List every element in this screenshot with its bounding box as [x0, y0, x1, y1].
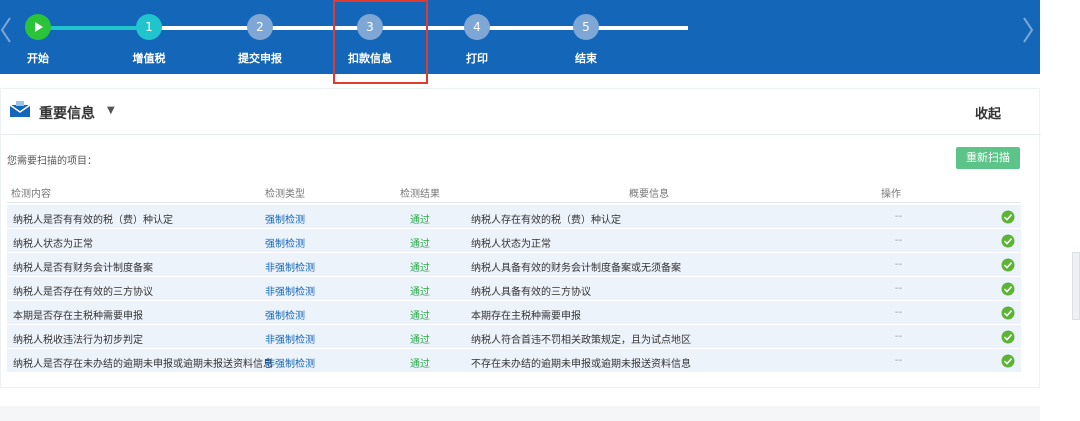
cell-type: 强制检测: [265, 311, 305, 322]
cell-summary: 本期存在主税种需要申报: [471, 311, 581, 322]
progress-stepper: 1 2 3 4 5 开始 增值税 提交申报 扣款信息 打印 结束: [0, 0, 1040, 74]
cell-summary: 纳税人符合首违不罚相关政策规定，且为试点地区: [471, 335, 691, 346]
cell-result: 通过: [410, 263, 430, 274]
panel-title[interactable]: 重要信息: [39, 103, 95, 123]
footer-divider: [0, 406, 1040, 421]
check-circle-icon: [1001, 210, 1015, 224]
highlight-box: [333, 0, 428, 84]
cell-content: 纳税人是否存在有效的三方协议: [13, 287, 153, 298]
cell-operation: --: [895, 355, 903, 366]
check-circle-icon: [1001, 354, 1015, 368]
cell-result: 通过: [410, 215, 430, 226]
cell-content: 纳税人税收违法行为初步判定: [13, 335, 143, 346]
play-icon: [35, 22, 43, 32]
rescan-button[interactable]: 重新扫描: [956, 147, 1020, 169]
cell-summary: 纳税人状态为正常: [471, 239, 551, 250]
cell-operation: --: [895, 235, 903, 246]
side-tab[interactable]: [1072, 252, 1080, 320]
header-type: 检测类型: [265, 189, 305, 200]
panel-header: 重要信息 ▼ 收起: [1, 89, 1041, 135]
check-circle-icon: [1001, 234, 1015, 248]
scan-items-label: 您需要扫描的项目：: [7, 156, 97, 167]
cell-type: 非强制检测: [265, 359, 315, 370]
cell-summary: 纳税人存在有效的税（费）种认定: [471, 215, 621, 226]
cell-result: 通过: [410, 359, 430, 370]
step-start-marker[interactable]: [25, 14, 51, 40]
table-row: 本期是否存在主税种需要申报 强制检测 通过 本期存在主税种需要申报 --: [7, 301, 1021, 325]
cell-result: 通过: [410, 335, 430, 346]
header-content: 检测内容: [11, 189, 51, 200]
cell-operation: --: [895, 259, 903, 270]
caret-down-icon[interactable]: ▼: [107, 105, 115, 116]
check-circle-icon: [1001, 306, 1015, 320]
cell-operation: --: [895, 283, 903, 294]
cell-content: 纳税人是否有有效的税（费）种认定: [13, 215, 173, 226]
check-circle-icon: [1001, 258, 1015, 272]
check-circle-icon: [1001, 282, 1015, 296]
step-2-label[interactable]: 提交申报: [238, 50, 282, 66]
table-row: 纳税人税收违法行为初步判定 非强制检测 通过 纳税人符合首违不罚相关政策规定，且…: [7, 325, 1021, 349]
cell-content: 纳税人状态为正常: [13, 239, 93, 250]
step-1-label[interactable]: 增值税: [133, 50, 166, 66]
step-4-marker[interactable]: 4: [464, 14, 490, 40]
cell-type: 非强制检测: [265, 287, 315, 298]
chevron-left-icon[interactable]: [0, 16, 12, 44]
cell-content: 纳税人是否存在未办结的逾期未申报或逾期未报送资料信息: [13, 359, 273, 370]
step-5-label[interactable]: 结束: [575, 50, 597, 66]
cell-operation: --: [895, 211, 903, 222]
cell-result: 通过: [410, 239, 430, 250]
table-row: 纳税人是否存在未办结的逾期未申报或逾期未报送资料信息 非强制检测 通过 不存在未…: [7, 349, 1021, 373]
step-4-label[interactable]: 打印: [466, 50, 488, 66]
table-header: 检测内容 检测类型 检测结果 概要信息 操作: [7, 177, 1021, 203]
important-info-panel: 重要信息 ▼ 收起 您需要扫描的项目： 重新扫描 检测内容 检测类型 检测结果 …: [0, 88, 1041, 388]
table-row: 纳税人是否有财务会计制度备案 非强制检测 通过 纳税人具备有效的财务会计制度备案…: [7, 253, 1021, 277]
chevron-right-icon[interactable]: [1022, 16, 1034, 44]
cell-summary: 纳税人具备有效的财务会计制度备案或无须备案: [471, 263, 681, 274]
step-5-marker[interactable]: 5: [573, 14, 599, 40]
step-start-label[interactable]: 开始: [27, 50, 49, 66]
stepper-track-completed: [38, 26, 150, 30]
envelope-icon: [9, 101, 31, 117]
cell-type: 非强制检测: [265, 335, 315, 346]
cell-type: 强制检测: [265, 215, 305, 226]
cell-content: 纳税人是否有财务会计制度备案: [13, 263, 153, 274]
cell-type: 非强制检测: [265, 263, 315, 274]
header-result: 检测结果: [400, 189, 440, 200]
cell-type: 强制检测: [265, 239, 305, 250]
header-operation: 操作: [881, 189, 901, 200]
cell-result: 通过: [410, 287, 430, 298]
cell-operation: --: [895, 331, 903, 342]
cell-content: 本期是否存在主税种需要申报: [13, 311, 143, 322]
header-summary: 概要信息: [629, 189, 669, 200]
cell-summary: 不存在未办结的逾期未申报或逾期未报送资料信息: [471, 359, 691, 370]
cell-operation: --: [895, 307, 903, 318]
step-2-marker[interactable]: 2: [247, 14, 273, 40]
cell-result: 通过: [410, 311, 430, 322]
table-row: 纳税人是否有有效的税（费）种认定 强制检测 通过 纳税人存在有效的税（费）种认定…: [7, 205, 1021, 229]
table-row: 纳税人是否存在有效的三方协议 非强制检测 通过 纳税人具备有效的三方协议 --: [7, 277, 1021, 301]
collapse-button[interactable]: 收起: [975, 103, 1001, 122]
step-1-marker[interactable]: 1: [136, 14, 162, 40]
table-row: 纳税人状态为正常 强制检测 通过 纳税人状态为正常 --: [7, 229, 1021, 253]
cell-summary: 纳税人具备有效的三方协议: [471, 287, 591, 298]
check-circle-icon: [1001, 330, 1015, 344]
